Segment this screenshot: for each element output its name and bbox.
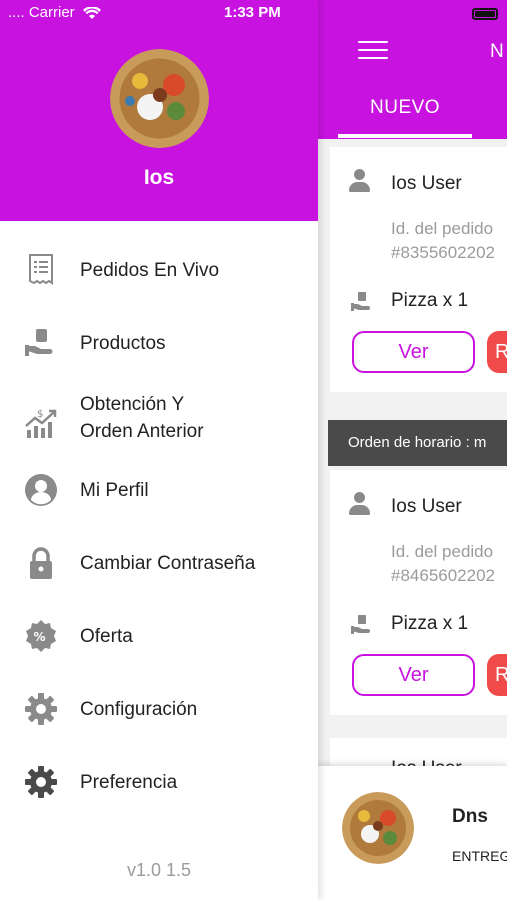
wifi-icon — [82, 6, 101, 19]
order-card: Ios User Id. del pedido #8465602202 Pizz… — [330, 470, 507, 715]
tab-nuevo[interactable]: NUEVO — [370, 97, 440, 119]
menu-item-mi-perfil[interactable]: Mi Perfil — [0, 463, 318, 519]
avatar[interactable] — [110, 49, 209, 148]
drawer-header: .... Carrier 1:33 PM Ios — [0, 0, 318, 221]
menu-item-cambiar-contrasena[interactable]: Cambiar Contraseña — [0, 536, 318, 592]
menu-item-pedidos-en-vivo[interactable]: Pedidos En Vivo — [0, 243, 318, 299]
status-carrier: .... Carrier — [8, 4, 101, 21]
menu-item-obtencion-orden-anterior[interactable]: $ Obtención Y Orden Anterior — [0, 389, 318, 459]
delivery-bar[interactable]: Dns ENTREG — [318, 766, 507, 900]
menu-item-label: Preferencia — [80, 772, 178, 793]
order-id-label: Id. del pedido — [391, 219, 494, 238]
view-order-button[interactable]: Ver — [352, 331, 475, 373]
gear-icon — [25, 766, 57, 798]
hand-bag-icon — [351, 615, 370, 634]
order-id-value: #8355602202 — [391, 243, 496, 262]
order-item: Pizza x 1 — [391, 613, 469, 634]
menu-item-label: Mi Perfil — [80, 480, 149, 501]
menu-item-configuracion[interactable]: Configuración — [0, 682, 318, 738]
order-user-name: Ios User — [391, 496, 462, 517]
order-item: Pizza x 1 — [391, 290, 469, 311]
page-title: N — [490, 41, 504, 62]
gear-icon — [25, 693, 57, 725]
hamburger-menu-icon[interactable] — [358, 41, 388, 61]
delivery-status: ENTREG — [452, 848, 507, 864]
lock-icon — [30, 547, 52, 579]
order-id-value: #8465602202 — [391, 566, 496, 585]
menu-item-oferta[interactable]: % Oferta — [0, 609, 318, 665]
restaurant-avatar — [342, 792, 414, 864]
growth-chart-icon: $ — [25, 409, 57, 438]
profile-icon — [25, 474, 57, 506]
menu-item-label: Oferta — [80, 626, 133, 647]
user-icon — [348, 169, 370, 193]
order-id-label: Id. del pedido — [391, 542, 494, 561]
menu-item-label: Productos — [80, 333, 166, 354]
svg-text:$: $ — [37, 409, 43, 420]
hand-bag-icon — [351, 292, 370, 311]
main-status-bar — [318, 0, 507, 28]
percent-badge-icon: % — [26, 620, 56, 652]
menu-item-preferencia[interactable]: Preferencia — [0, 755, 318, 811]
restaurant-name: Dns — [452, 806, 488, 827]
hand-bag-icon — [25, 329, 53, 356]
order-user-name: Ios User — [391, 173, 462, 194]
app-version: v1.0 1.5 — [126, 860, 192, 880]
menu-item-productos[interactable]: Productos — [0, 316, 318, 372]
svg-text:%: % — [34, 630, 46, 644]
receipt-icon — [29, 254, 53, 285]
main-content: N NUEVO Ios User Id. del pedido #8355602… — [318, 0, 507, 900]
menu-item-label-line2: Orden Anterior — [80, 421, 204, 442]
menu-item-label: Obtención Y — [80, 394, 185, 415]
tab-indicator — [338, 134, 472, 138]
main-header: N NUEVO — [318, 27, 507, 139]
reject-order-button[interactable]: R — [487, 331, 507, 373]
status-time: 1:33 PM — [224, 4, 281, 21]
reject-order-button[interactable]: R — [487, 654, 507, 696]
order-card: Ios User Id. del pedido #8355602202 Pizz… — [330, 147, 507, 392]
view-order-button[interactable]: Ver — [352, 654, 475, 696]
battery-icon — [472, 8, 498, 20]
menu-item-label: Configuración — [80, 699, 198, 720]
drawer-user-name: Ios — [143, 166, 175, 189]
menu-item-label: Cambiar Contraseña — [80, 553, 256, 574]
menu-item-label: Pedidos En Vivo — [80, 260, 220, 281]
schedule-order-bar: Orden de horario : m — [328, 420, 507, 466]
side-drawer: .... Carrier 1:33 PM Ios Pedidos En Vivo… — [0, 0, 318, 900]
user-icon — [348, 492, 370, 516]
